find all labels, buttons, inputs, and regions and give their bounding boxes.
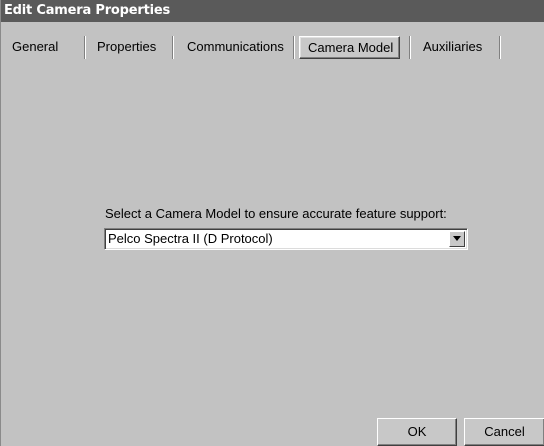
tab-camera-model[interactable]: Camera Model xyxy=(299,36,400,59)
cancel-button[interactable]: Cancel xyxy=(464,418,544,446)
edit-camera-properties-dialog: Edit Camera Properties General Propertie… xyxy=(0,0,544,446)
camera-model-selected-value: Pelco Spectra II (D Protocol) xyxy=(108,231,273,246)
tab-separator xyxy=(409,36,411,59)
tab-camera-model-label: Camera Model xyxy=(308,40,394,55)
chevron-down-icon xyxy=(453,236,461,241)
window-title: Edit Camera Properties xyxy=(1,0,544,22)
tab-separator xyxy=(84,36,86,59)
tab-auxiliaries[interactable]: Auxiliaries xyxy=(423,40,482,54)
tab-properties[interactable]: Properties xyxy=(97,40,156,54)
tab-general[interactable]: General xyxy=(12,40,58,54)
tab-separator xyxy=(293,36,295,59)
tab-separator xyxy=(172,36,174,59)
camera-model-dropdown-button[interactable] xyxy=(449,231,465,247)
camera-model-prompt: Select a Camera Model to ensure accurate… xyxy=(105,206,447,221)
tab-communications[interactable]: Communications xyxy=(187,40,284,54)
tab-strip: General Properties Communications Camera… xyxy=(1,22,544,66)
tab-separator xyxy=(499,36,501,59)
ok-button[interactable]: OK xyxy=(377,418,457,446)
camera-model-select[interactable]: Pelco Spectra II (D Protocol) xyxy=(104,228,468,250)
